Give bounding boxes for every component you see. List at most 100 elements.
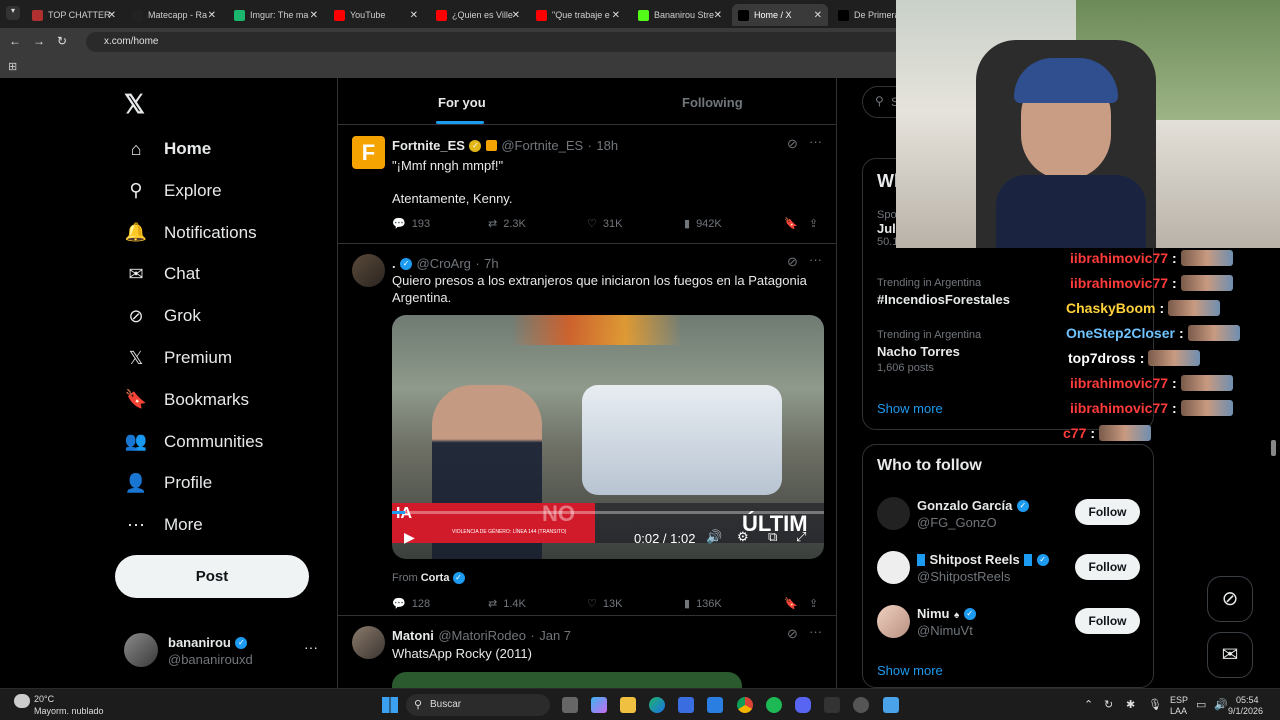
show-more-link[interactable]: Show more xyxy=(877,401,943,416)
tweet-handle[interactable]: @CroArg xyxy=(417,256,471,271)
sidebar-item-home[interactable]: ⌂ Home xyxy=(126,139,212,159)
forward-icon[interactable]: → xyxy=(33,34,45,48)
mic-icon[interactable]: 🎙 xyxy=(1148,698,1162,711)
tweet-time[interactable]: 7h xyxy=(484,256,498,271)
scrollbar[interactable] xyxy=(1271,440,1276,456)
tweet-handle[interactable]: @MatoriRodeo xyxy=(438,628,526,643)
bluetooth-icon[interactable]: ✱ xyxy=(1126,698,1135,711)
follow-button[interactable]: Follow xyxy=(1075,608,1140,634)
windows-start-icon[interactable] xyxy=(382,697,398,713)
close-tab-icon[interactable]: ✕ xyxy=(410,10,418,21)
apps-grid-icon[interactable]: ⊞ xyxy=(8,60,17,73)
sidebar-item-bookmarks[interactable]: 🔖 Bookmarks xyxy=(125,389,249,410)
tweet-author[interactable]: . xyxy=(392,256,396,271)
like-button[interactable]: ♡ 31K xyxy=(587,217,622,231)
trend-item[interactable]: Trending in Argentina Nacho Torres 1,606… xyxy=(877,329,981,374)
more-icon[interactable]: ··· xyxy=(809,252,822,267)
tab-menu-button[interactable]: ▾ xyxy=(6,6,20,20)
trend-item[interactable]: Trending in Argentina #IncendiosForestal… xyxy=(877,277,1010,307)
play-icon[interactable]: ▶ xyxy=(404,529,415,546)
sidebar-item-communities[interactable]: 👥 Communities xyxy=(125,431,263,452)
bookmark-button[interactable]: 🔖 xyxy=(784,597,798,610)
tweet-time[interactable]: Jan 7 xyxy=(539,628,571,643)
tweet-matoni[interactable]: Matoni @MatoriRodeo · Jan 7 ⊘ ··· WhatsA… xyxy=(338,616,836,688)
close-tab-icon[interactable]: ✕ xyxy=(310,10,318,21)
grok-icon[interactable]: ⊘ xyxy=(787,626,798,642)
messages-float-button[interactable]: ✉ xyxy=(1207,632,1253,678)
fullscreen-icon[interactable]: ⤢ xyxy=(796,529,806,545)
task-view-icon[interactable] xyxy=(562,697,578,713)
tray-chevron-icon[interactable]: ⌃ xyxy=(1084,698,1093,711)
weather-temp[interactable]: 20°C xyxy=(34,694,54,704)
show-more-link[interactable]: Show more xyxy=(877,663,943,678)
browser-tab[interactable]: Home / X ✕ xyxy=(732,4,828,26)
tweet-croarg[interactable]: . ✓ @CroArg · 7h ⊘ ··· Quiero presos a l… xyxy=(338,244,836,616)
tweet-time[interactable]: 18h xyxy=(596,138,618,153)
more-icon[interactable]: ··· xyxy=(304,639,318,655)
views-button[interactable]: ▮ 942K xyxy=(684,217,722,231)
taskbar-search[interactable]: ⚲ Buscar xyxy=(406,694,550,716)
close-tab-icon[interactable]: ✕ xyxy=(208,10,216,21)
volume-icon[interactable]: 🔊 xyxy=(706,529,722,545)
reply-button[interactable]: 💬 193 xyxy=(392,217,430,231)
grok-icon[interactable]: ⊘ xyxy=(787,136,798,152)
repost-button[interactable]: ⇄ 2.3K xyxy=(488,217,526,231)
clock-time[interactable]: 05:54 xyxy=(1236,695,1259,705)
bookmark-button[interactable]: 🔖 xyxy=(784,217,798,230)
edge-icon[interactable] xyxy=(649,697,665,713)
video-progress-bar[interactable] xyxy=(392,511,824,514)
store-icon[interactable] xyxy=(678,697,694,713)
notepad-icon[interactable] xyxy=(883,697,899,713)
from-source[interactable]: Corta xyxy=(421,572,450,584)
tweet-author[interactable]: Matoni xyxy=(392,628,434,643)
browser-tab[interactable]: "Que trabaje e ✕ xyxy=(530,4,626,26)
follow-button[interactable]: Follow xyxy=(1075,554,1140,580)
close-tab-icon[interactable]: ✕ xyxy=(108,10,116,21)
weather-icon[interactable] xyxy=(14,694,30,708)
obs-icon[interactable] xyxy=(853,697,869,713)
url-field[interactable]: x.com/home xyxy=(86,32,906,52)
lang-bottom[interactable]: LAA xyxy=(1170,706,1187,716)
reload-icon[interactable]: ↻ xyxy=(57,34,67,48)
file-explorer-icon[interactable] xyxy=(620,697,636,713)
follow-button[interactable]: Follow xyxy=(1075,499,1140,525)
volume-icon[interactable]: 🔊 xyxy=(1214,698,1228,711)
close-tab-icon[interactable]: ✕ xyxy=(814,10,822,21)
sidebar-item-explore[interactable]: ⚲ Explore xyxy=(126,180,221,201)
tab-for-you[interactable]: For you xyxy=(438,95,486,110)
back-icon[interactable]: ← xyxy=(9,34,21,48)
sidebar-item-grok[interactable]: ⊘ Grok xyxy=(126,306,200,326)
tweet-media[interactable] xyxy=(392,672,742,688)
grok-float-button[interactable]: ⊘ xyxy=(1207,576,1253,622)
settings-icon[interactable]: ⚙ xyxy=(737,529,749,545)
tab-following[interactable]: Following xyxy=(682,95,743,110)
sidebar-item-more[interactable]: ⋯ More xyxy=(126,515,203,535)
sync-icon[interactable]: ↻ xyxy=(1104,698,1113,711)
clock-date[interactable]: 9/1/2026 xyxy=(1228,706,1263,716)
discord-icon[interactable] xyxy=(795,697,811,713)
lang-top[interactable]: ESP xyxy=(1170,695,1188,705)
browser-tab[interactable]: Imgur: The ma ✕ xyxy=(228,4,324,26)
sidebar-item-profile[interactable]: 👤 Profile xyxy=(125,473,212,493)
more-icon[interactable]: ··· xyxy=(809,134,822,149)
tweet-handle[interactable]: @Fortnite_ES xyxy=(501,138,583,153)
like-button[interactable]: ♡ 13K xyxy=(587,597,622,611)
video-player[interactable]: IA NO ÚLTIM VIOLENCIA DE GÉNERO: LÍNEA 1… xyxy=(392,315,824,559)
sidebar-item-notifications[interactable]: 🔔 Notifications xyxy=(125,222,257,243)
copilot-icon[interactable] xyxy=(591,697,607,713)
grok-icon[interactable]: ⊘ xyxy=(787,254,798,270)
sidebar-item-chat[interactable]: ✉ Chat xyxy=(126,264,199,284)
tweet-author[interactable]: Fortnite_ES xyxy=(392,138,465,153)
network-icon[interactable]: ▭ xyxy=(1196,698,1206,711)
browser-tab[interactable]: TOP CHATTER ✕ xyxy=(26,4,122,26)
repost-button[interactable]: ⇄ 1.4K xyxy=(488,597,526,611)
more-icon[interactable]: ··· xyxy=(809,624,822,639)
app-icon[interactable] xyxy=(824,697,840,713)
browser-tab[interactable]: Bananirou Stre ✕ xyxy=(632,4,728,26)
reply-button[interactable]: 💬 128 xyxy=(392,597,430,611)
share-button[interactable]: ⇪ xyxy=(809,217,818,230)
spotify-icon[interactable] xyxy=(766,697,782,713)
browser-tab[interactable]: YouTube ✕ xyxy=(328,4,424,26)
share-button[interactable]: ⇪ xyxy=(809,597,818,610)
browser-tab[interactable]: Matecapp - Ra ✕ xyxy=(126,4,222,26)
